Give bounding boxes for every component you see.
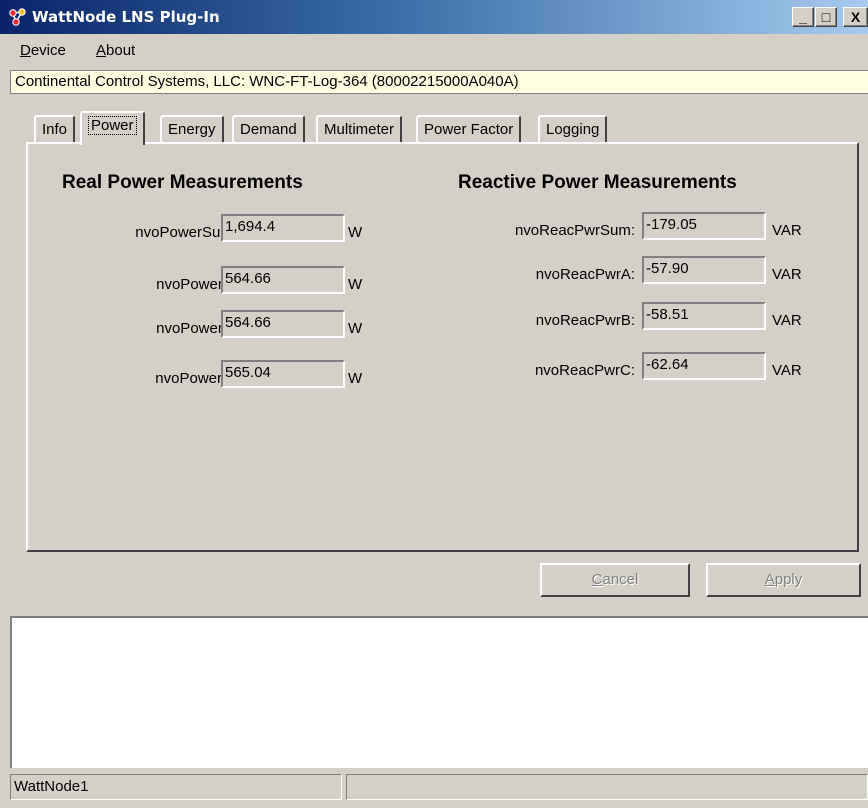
minimize-button[interactable]: _ [792,7,814,27]
nvo-reac-pwr-a-unit: VAR [772,266,802,283]
nvo-power-sum-field: 1,694.4 [221,214,345,242]
status-node-name: WattNode1 [10,774,342,800]
maximize-icon: □ [821,9,831,25]
nvo-reac-pwr-c-label: nvoReacPwrC: [534,362,635,379]
nvo-reac-pwr-a-label: nvoReacPwrA: [535,266,635,283]
nvo-reac-pwr-sum-unit: VAR [772,222,802,239]
nvo-reac-pwr-b-label: nvoReacPwrB: [535,312,635,329]
menu-about[interactable]: About [96,42,135,59]
device-info-bar: Continental Control Systems, LLC: WNC-FT… [10,70,868,94]
nvo-reac-pwr-sum-field: -179.05 [642,212,766,240]
nvo-power-b-field: 564.66 [221,310,345,338]
tab-energy[interactable]: Energy [160,115,224,143]
nvo-reac-pwr-a-field: -57.90 [642,256,766,284]
nvo-reac-pwr-c-unit: VAR [772,362,802,379]
tab-info[interactable]: Info [34,115,76,143]
nvo-power-a-field: 564.66 [221,266,345,294]
real-power-heading: Real Power Measurements [62,172,303,193]
nvo-reac-pwr-b-field: -58.51 [642,302,766,330]
close-button[interactable]: X [843,7,868,27]
status-message [346,774,868,800]
minimize-icon: _ [799,9,807,25]
menu-device[interactable]: Device [20,42,66,59]
close-icon: X [850,9,861,25]
nvo-power-c-unit: W [348,370,363,387]
nvo-reac-pwr-c-field: -62.64 [642,352,766,380]
nvo-power-sum-unit: W [348,224,363,241]
maximize-button[interactable]: □ [815,7,837,27]
network-nodes-icon [9,8,26,26]
cancel-button[interactable]: Cancel [540,563,690,597]
tab-power-factor[interactable]: Power Factor [416,115,522,143]
window-title: WattNode LNS Plug-In [32,8,220,26]
tab-demand[interactable]: Demand [232,115,305,143]
nvo-reac-pwr-b-unit: VAR [772,312,802,329]
apply-button[interactable]: Apply [706,563,861,597]
power-tab-panel: Real Power Measurements nvoPowerSum: 1,6… [26,142,859,552]
tab-power[interactable]: Power [80,111,145,145]
tab-multimeter[interactable]: Multimeter [316,115,403,143]
nvo-power-b-unit: W [348,320,363,337]
nvo-reac-pwr-sum-label: nvoReacPwrSum: [514,222,635,239]
nvo-power-a-unit: W [348,276,363,293]
log-output-area[interactable] [10,616,868,768]
reactive-power-heading: Reactive Power Measurements [458,172,737,193]
tab-logging[interactable]: Logging [538,115,608,143]
nvo-power-c-field: 565.04 [221,360,345,388]
